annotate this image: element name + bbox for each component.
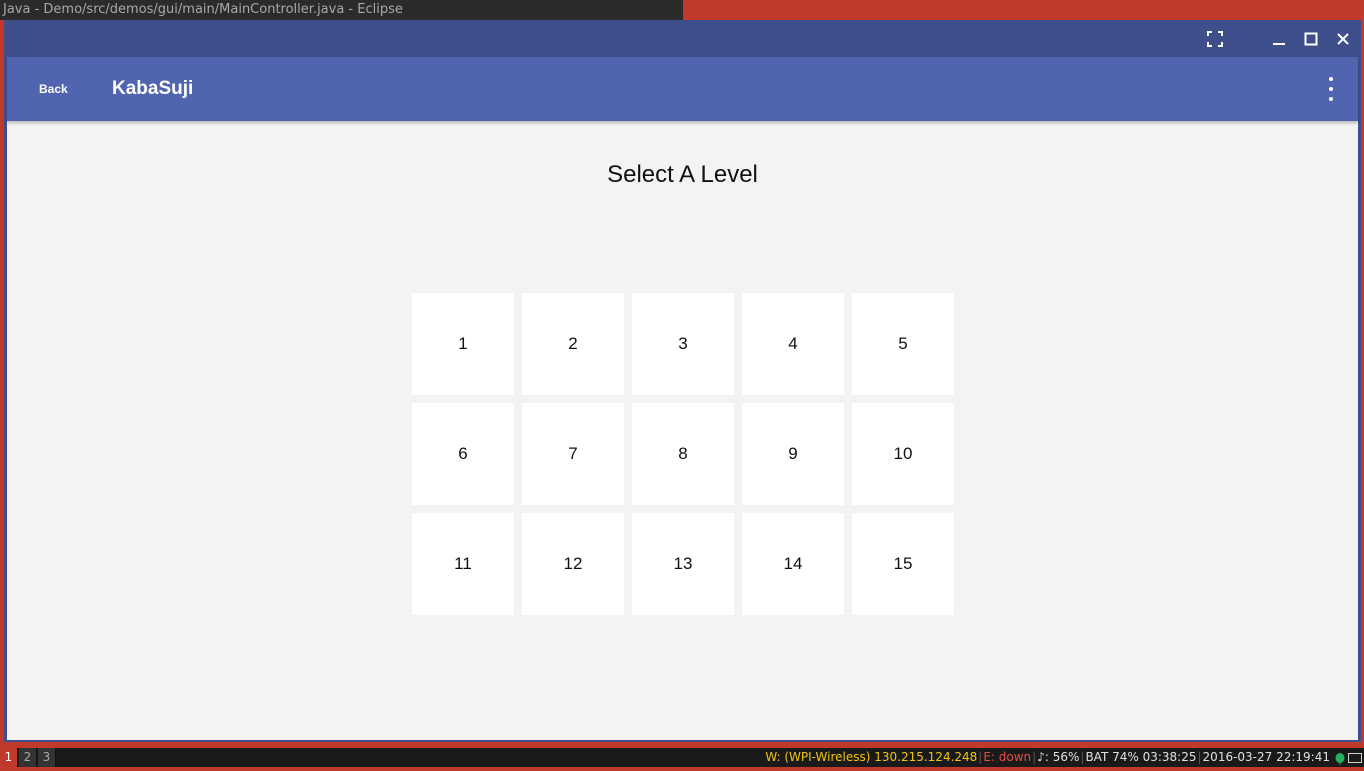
tray-balloon-icon[interactable] <box>1335 752 1345 765</box>
workspace-3[interactable]: 3 <box>38 748 56 767</box>
status-bar: 1 2 3 W: (WPI-Wireless) 130.215.124.248 … <box>0 748 1364 767</box>
ethernet-status: E: down <box>983 750 1032 764</box>
wm-top-bar: Java - Demo/src/demos/gui/main/MainContr… <box>0 0 1364 20</box>
volume-status: ♪: 56% <box>1037 750 1080 764</box>
battery-status: BAT 74% 03:38:25 <box>1085 750 1197 764</box>
level-button[interactable]: 8 <box>632 403 734 505</box>
close-icon[interactable] <box>1333 29 1353 49</box>
workspace-2[interactable]: 2 <box>19 748 37 767</box>
level-button[interactable]: 4 <box>742 293 844 395</box>
level-button[interactable]: 1 <box>412 293 514 395</box>
level-button[interactable]: 14 <box>742 513 844 615</box>
back-button[interactable]: Back <box>27 74 80 104</box>
keyboard-icon[interactable] <box>1348 752 1362 763</box>
datetime-status: 2016-03-27 22:19:41 <box>1202 750 1330 764</box>
level-button[interactable]: 13 <box>632 513 734 615</box>
level-button[interactable]: 9 <box>742 403 844 505</box>
window-titlebar <box>4 20 1361 57</box>
level-grid: 1 2 3 4 5 6 7 8 9 10 11 12 13 14 15 <box>412 293 956 615</box>
app-window: Back KabaSuji Select A Level 1 2 3 4 5 6… <box>4 20 1361 742</box>
fullscreen-icon[interactable] <box>1205 29 1225 49</box>
level-button[interactable]: 5 <box>852 293 954 395</box>
level-button[interactable]: 10 <box>852 403 954 505</box>
level-button[interactable]: 2 <box>522 293 624 395</box>
level-button[interactable]: 3 <box>632 293 734 395</box>
workspace-1[interactable]: 1 <box>0 748 18 767</box>
level-button[interactable]: 15 <box>852 513 954 615</box>
window-manager-title: Java - Demo/src/demos/gui/main/MainContr… <box>0 0 683 20</box>
page-title: Select A Level <box>607 161 758 188</box>
minimize-icon[interactable] <box>1269 29 1289 49</box>
more-vert-icon[interactable] <box>1326 77 1336 101</box>
wifi-status: W: (WPI-Wireless) 130.215.124.248 <box>765 750 978 764</box>
level-button[interactable]: 12 <box>522 513 624 615</box>
status-indicators: W: (WPI-Wireless) 130.215.124.248 | E: d… <box>765 748 1364 767</box>
level-button[interactable]: 6 <box>412 403 514 505</box>
app-bar: Back KabaSuji <box>7 57 1358 121</box>
level-select-screen: Select A Level 1 2 3 4 5 6 7 8 9 10 11 1… <box>7 121 1358 740</box>
app-title: KabaSuji <box>112 78 194 99</box>
level-button[interactable]: 11 <box>412 513 514 615</box>
maximize-icon[interactable] <box>1301 29 1321 49</box>
level-button[interactable]: 7 <box>522 403 624 505</box>
